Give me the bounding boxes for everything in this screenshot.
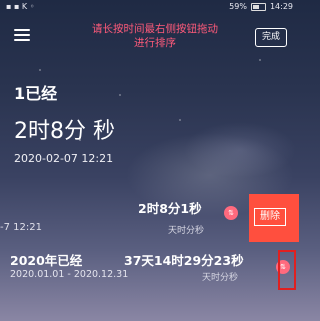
highlight-outline (278, 250, 296, 290)
row-unit: 天时分秒 (168, 226, 205, 236)
row-duration: 2时8分1秒 (138, 201, 202, 216)
status-bar: ▪ ▪ K ◦ 59% 14:29 (0, 0, 299, 14)
battery-icon (250, 2, 266, 11)
row-title: 2020年已经 (10, 253, 83, 268)
row-date: 2020.01.01 - 2020.12.31 (10, 269, 129, 280)
main-date: 2020-02-07 12:21 (14, 152, 114, 165)
status-time: 14:29 (269, 2, 293, 11)
status-right: 59% 14:29 (229, 2, 293, 11)
menu-icon[interactable] (14, 29, 30, 42)
done-button[interactable]: 完成 (255, 28, 287, 47)
row-unit: 天时分秒 (202, 273, 239, 283)
main-duration: 2时8分 秒 (14, 119, 115, 144)
row-date: -7 12:21 (0, 222, 42, 233)
delete-button[interactable]: 删除 (254, 208, 286, 226)
sort-handle-icon[interactable]: ⇅ (224, 206, 238, 220)
sort-hint: 请长按时间最右侧按钮拖动进行排序 (92, 23, 218, 49)
status-left-icons: ▪ ▪ K ◦ (6, 2, 35, 11)
battery-percent: 59% (229, 2, 247, 11)
row-duration: 37天14时29分23秒 (124, 253, 244, 268)
main-event-title: 1已经 (14, 84, 58, 103)
